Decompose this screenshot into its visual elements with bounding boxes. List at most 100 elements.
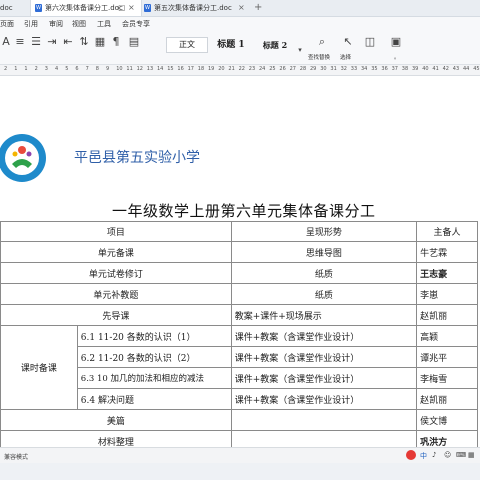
pilcrow-icon[interactable]: ¶ <box>110 36 122 48</box>
row-form: 教案+课件+现场展示 <box>230 304 418 326</box>
ruler-tick-label: 33 <box>350 66 358 72</box>
tab-label: 第五次集体备课分工.doc <box>154 4 232 12</box>
ruler-tick-label: 30 <box>320 66 327 72</box>
menu-bar: 页面 引用 审阅 视图 工具 会员专享 <box>0 17 480 32</box>
ruler-tick-label: 2 <box>34 66 38 72</box>
tab-split-icon[interactable]: ▢ <box>118 0 126 16</box>
menu-tools[interactable]: 工具 <box>97 17 111 32</box>
header-item: 项目 <box>0 221 232 242</box>
row-item: 单元补教题 <box>0 283 232 305</box>
row-owner: 赵凯丽 <box>416 304 478 326</box>
ruler-tick-label: 13 <box>146 66 154 72</box>
row-item: 单元备课 <box>0 241 232 263</box>
row-owner: 高颖 <box>416 325 478 347</box>
style-expand-icon[interactable]: ▾ <box>294 44 306 56</box>
style-normal[interactable]: 正文 <box>166 37 208 53</box>
row-owner: 牛艺霖 <box>416 241 478 263</box>
document-page[interactable]: 平邑县第五实验小学 一年级数学上册第六单元集体备课分工 项目 呈现形势 主备人 … <box>0 76 480 452</box>
ribbon-right-label: 。 <box>394 55 400 61</box>
style-heading-1[interactable]: 标题 1 <box>208 37 254 53</box>
ruler[interactable]: 2 1 1 2 3 4 5 6 7 8 9 10 11 12 13 14 15 16 17 18 19 20 21 22 23 2… <box>0 65 480 76</box>
row-form: 纸质 <box>230 262 418 284</box>
row-item: 6.3 10 加几的加法和相应的减法 <box>76 367 232 389</box>
ruler-tick-label: 25 <box>269 66 276 72</box>
border-icon[interactable]: ▦ <box>94 36 106 48</box>
header-form: 呈现形势 <box>230 221 418 242</box>
ruler-tick-label: 39 <box>412 66 419 72</box>
format-icon[interactable]: ◫ <box>364 36 376 48</box>
ruler-tick-label: 37 <box>391 66 398 72</box>
header-owner: 主备人 <box>416 221 478 242</box>
ruler-tick-label: 3 <box>44 66 48 72</box>
ruler-tick-label: 27 <box>289 66 296 72</box>
style-heading-2[interactable]: 标题 2 <box>254 37 296 53</box>
ruler-tick-label: 4 <box>55 66 59 72</box>
font-color-icon[interactable]: A <box>0 36 12 48</box>
ruler-tick-label: 1 <box>24 66 28 72</box>
ruler-tick-label: 38 <box>401 66 409 72</box>
row-owner: 侯文博 <box>416 409 478 431</box>
outdent-icon[interactable]: ⇤ <box>62 36 74 48</box>
ruler-tick-label: 40 <box>422 66 429 72</box>
ruler-tick-label: 42 <box>442 66 449 72</box>
ime-emoji-icon[interactable]: ☺ <box>444 451 451 459</box>
table-header-row: 项目 呈现形势 主备人 <box>0 221 478 242</box>
ruler-tick-label: 16 <box>177 66 184 72</box>
shading-icon[interactable]: ▤ <box>128 36 140 48</box>
select-arrow-icon[interactable]: ↖ <box>342 36 354 48</box>
input-method-icon[interactable] <box>406 450 416 460</box>
table-row: 单元补教题 纸质 李崽 <box>0 283 478 305</box>
layout-icon[interactable]: ▣ <box>390 36 402 48</box>
ruler-tick-label: 15 <box>167 66 174 72</box>
menu-member[interactable]: 会员专享 <box>122 17 150 32</box>
tab-label: doc <box>0 4 13 12</box>
search-icon[interactable]: ⌕ <box>316 36 328 48</box>
menu-reference[interactable]: 引用 <box>24 17 38 32</box>
add-tab-icon[interactable]: + <box>254 0 262 16</box>
bottom-strip <box>0 463 480 480</box>
ruler-tick-label: 31 <box>330 66 337 72</box>
numbered-list-icon[interactable]: ☰ <box>30 36 42 48</box>
close-icon[interactable]: × <box>128 0 135 16</box>
select-label[interactable]: 选择 <box>340 53 351 61</box>
ime-grid-icon[interactable]: ▦ <box>468 451 475 459</box>
ruler-tick-label: 9 <box>106 66 110 72</box>
ruler-tick-label: 22 <box>238 66 245 72</box>
row-form: 课件+教案（含课堂作业设计） <box>230 388 418 410</box>
tab-doc-0[interactable]: doc <box>0 0 26 16</box>
ruler-tick-label: 12 <box>136 66 143 72</box>
row-form: 思维导图 <box>230 241 418 263</box>
ime-keyboard-icon[interactable]: ⌨ <box>456 451 466 459</box>
document-title: 一年级数学上册第六单元集体备课分工 <box>112 202 376 220</box>
menu-view[interactable]: 视图 <box>72 17 86 32</box>
ime-punct-icon[interactable]: ♪ <box>432 451 436 459</box>
row-owner: 王志豪 <box>416 262 478 284</box>
indent-icon[interactable]: ⇥ <box>46 36 58 48</box>
ruler-tick-label: 26 <box>279 66 286 72</box>
menu-page[interactable]: 页面 <box>0 17 14 32</box>
word-doc-icon: W <box>35 4 42 12</box>
sort-icon[interactable]: ⇅ <box>78 36 90 48</box>
ruler-tick-label: 6 <box>75 66 79 72</box>
menu-review[interactable]: 审阅 <box>49 17 63 32</box>
table-row: 美篇 侯文博 <box>0 409 478 431</box>
tab-doc-2[interactable]: W 第五次集体备课分工.doc <box>142 0 248 16</box>
row-item: 单元试卷修订 <box>0 262 232 284</box>
school-name: 平邑县第五实验小学 <box>74 150 200 166</box>
ruler-tick-label: 44 <box>463 66 470 72</box>
close-icon[interactable]: × <box>238 0 245 16</box>
ime-lang-icon[interactable]: 中 <box>420 451 427 461</box>
list-icon[interactable]: ≡ <box>14 36 26 48</box>
compat-mode-label[interactable]: 兼容模式 <box>4 452 28 461</box>
ruler-tick-label: 34 <box>361 66 368 72</box>
table-row: 先导课 教案+课件+现场展示 赵凯丽 <box>0 304 478 326</box>
row-form: 纸质 <box>230 283 418 305</box>
row-item: 先导课 <box>0 304 232 326</box>
row-owner: 谭兆平 <box>416 346 478 368</box>
row-item: 6.4 解决问题 <box>76 388 232 410</box>
ruler-tick-label: 36 <box>381 66 388 72</box>
find-replace-label[interactable]: 查找替换 <box>308 53 330 61</box>
ruler-tick-label: 24 <box>259 66 266 72</box>
row-item: 6.2 11-20 各数的认识（2） <box>76 346 232 368</box>
ruler-tick-label: 11 <box>126 66 133 72</box>
